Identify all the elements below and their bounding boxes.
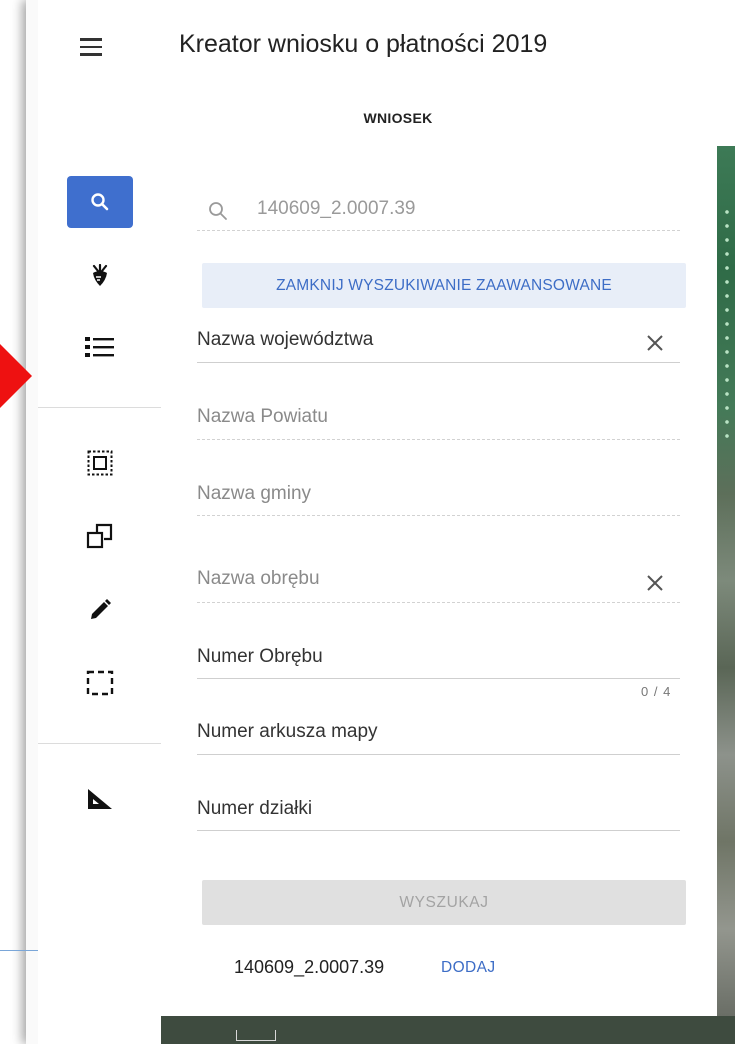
toolbar-select-region-button[interactable]: [67, 437, 133, 489]
plant-icon: [92, 264, 108, 286]
left-toolbar: [38, 146, 162, 1044]
result-parcel-id: 140609_2.0007.39: [234, 957, 385, 977]
app-header: Kreator wniosku o płatności 2019 WNIOSEK: [38, 0, 735, 147]
wojewodztwo-underline: [197, 362, 680, 363]
search-icon: [91, 193, 109, 211]
search-button[interactable]: WYSZUKAJ: [202, 880, 686, 925]
add-parcel-button[interactable]: DODAJ: [441, 959, 496, 977]
gmina-field[interactable]: Nazwa gminy: [197, 483, 311, 505]
dashed-rectangle-icon: [86, 670, 114, 696]
toolbar-edit-button[interactable]: [67, 584, 133, 636]
toolbar-crops-button[interactable]: [67, 250, 133, 302]
ruler-triangle-icon: [88, 789, 112, 809]
arkusz-underline: [197, 754, 680, 755]
page-title: Kreator wniosku o płatności 2019: [179, 30, 548, 58]
map-parcel-markers: [722, 205, 732, 445]
arkusz-field[interactable]: Numer arkusza mapy: [197, 721, 378, 743]
toolbar-copy-shape-button[interactable]: [67, 510, 133, 562]
tab-wniosek[interactable]: WNIOSEK: [38, 96, 735, 140]
obreb-name-field[interactable]: Nazwa obrębu: [197, 568, 320, 590]
toolbar-list-button[interactable]: [67, 321, 133, 373]
obreb-number-underline: [197, 678, 680, 679]
toolbar-measure-button[interactable]: [67, 773, 133, 825]
dzialka-field[interactable]: Numer działki: [197, 798, 312, 820]
list-icon: [85, 337, 114, 357]
pencil-icon: [91, 599, 111, 619]
toolbar-search-button[interactable]: [67, 176, 133, 228]
wojewodztwo-field[interactable]: Nazwa województwa: [197, 329, 373, 351]
map-scale-bar: [236, 1030, 276, 1041]
hamburger-menu-icon[interactable]: [80, 38, 102, 58]
toolbar-draw-rectangle-button[interactable]: [67, 657, 133, 709]
close-advanced-search-button[interactable]: ZAMKNIJ WYSZUKIWANIE ZAAWANSOWANE: [202, 263, 686, 308]
gmina-underline: [197, 515, 680, 516]
clear-obreb-icon[interactable]: [644, 572, 666, 594]
search-input-underline: [197, 230, 680, 231]
toolbar-divider: [38, 743, 161, 744]
obreb-name-underline: [197, 602, 680, 603]
search-panel: 140609_2.0007.39 ZAMKNIJ WYSZUKIWANIE ZA…: [161, 146, 717, 1016]
search-icon: [209, 202, 227, 220]
search-input[interactable]: 140609_2.0007.39: [257, 198, 416, 220]
pointer-arrow: [0, 344, 32, 408]
obreb-number-field[interactable]: Numer Obrębu: [197, 646, 323, 668]
obreb-number-counter: 0 / 4: [641, 684, 672, 699]
background-line: [0, 950, 38, 951]
copy-shape-icon: [86, 523, 113, 549]
powiat-underline: [197, 439, 680, 440]
powiat-field[interactable]: Nazwa Powiatu: [197, 406, 328, 428]
clear-wojewodztwo-icon[interactable]: [644, 332, 666, 354]
dzialka-underline: [197, 830, 680, 831]
toolbar-divider: [38, 407, 161, 408]
select-region-icon: [87, 450, 113, 476]
